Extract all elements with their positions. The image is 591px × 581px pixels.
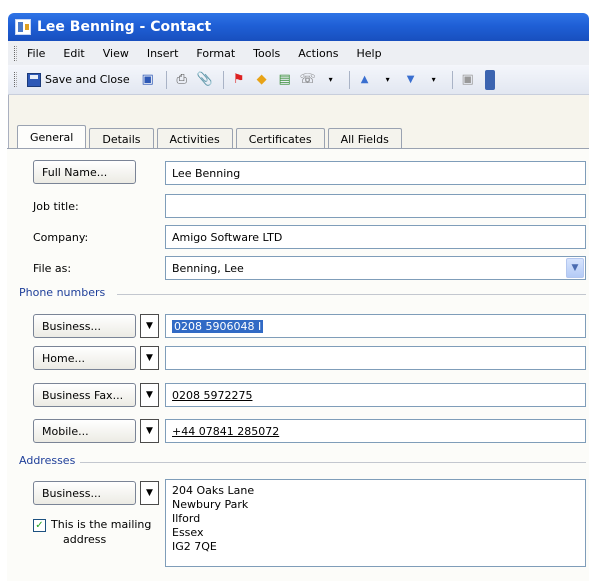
tab-label: All Fields <box>340 132 389 146</box>
caret-down-icon: ▼ <box>146 321 153 331</box>
toolbar-separator <box>451 70 453 89</box>
full-name-button[interactable]: Full Name... <box>33 160 136 184</box>
mailing-address-checkbox[interactable]: ✓ <box>33 519 46 532</box>
categories-icon[interactable]: ◆ <box>252 70 272 90</box>
menu-help[interactable]: Help <box>356 45 381 62</box>
section-divider <box>80 462 586 463</box>
address-type-dropdown-arrow[interactable]: ▼ <box>140 481 159 505</box>
address-card-icon[interactable]: ▤ <box>275 70 295 90</box>
mailing-address-label-line1: This is the mailing <box>51 518 152 531</box>
business-fax-value[interactable]: 0208 5972275 <box>172 389 252 402</box>
file-as-value: Benning, Lee <box>172 261 244 275</box>
chevron-down-icon[interactable]: ▼ <box>566 258 584 278</box>
tab-label: Certificates <box>248 132 312 146</box>
phone-type-dropdown-arrow[interactable]: ▼ <box>140 346 159 370</box>
tab-general[interactable]: General <box>17 125 87 150</box>
tab-all-fields[interactable]: All Fields <box>327 128 402 149</box>
flag-icon[interactable]: ⚑ <box>229 70 249 90</box>
print-icon[interactable]: ⎙ <box>172 70 192 90</box>
toolbar-separator <box>222 70 224 89</box>
phone-type-dropdown-arrow[interactable]: ▼ <box>140 419 159 443</box>
phone-type-dropdown-arrow[interactable]: ▼ <box>140 383 159 407</box>
menu-tools[interactable]: Tools <box>253 45 280 62</box>
phone-type-dropdown-arrow[interactable]: ▼ <box>140 314 159 338</box>
caret-down-icon: ▼ <box>146 353 153 363</box>
file-as-combobox[interactable]: Benning, Lee ▼ <box>165 256 586 280</box>
menu-insert[interactable]: Insert <box>147 45 179 62</box>
job-title-label: Job title: <box>33 200 79 213</box>
tab-strip: General Details Activities Certificates … <box>17 124 405 150</box>
menu-actions[interactable]: Actions <box>298 45 338 62</box>
business-phone-value: 0208 5906048 I <box>172 319 264 333</box>
floppy-disk-icon <box>27 72 41 87</box>
job-title-field[interactable] <box>165 194 586 218</box>
attach-icon[interactable]: 📎 <box>195 70 215 90</box>
section-divider <box>117 294 586 295</box>
toolbar-grip[interactable] <box>14 72 17 87</box>
toolbar-separator <box>348 70 350 89</box>
phone-type-button-home[interactable]: Home... <box>33 346 136 370</box>
caret-down-icon: ▼ <box>146 488 153 498</box>
menu-grip[interactable] <box>14 45 17 61</box>
window-title: Lee Benning - Contact <box>37 19 212 35</box>
address-line: IG2 7QE <box>172 540 217 553</box>
standard-toolbar: Save and Close ▣ ⎙ 📎 ⚑ ◆ ▤ ☏ ▾ ▲ ▾ ▼ ▾ ▣ <box>8 65 589 95</box>
file-as-label: File as: <box>33 262 72 275</box>
phone-type-button-business-fax[interactable]: Business Fax... <box>33 383 136 407</box>
tab-details[interactable]: Details <box>89 128 154 149</box>
contact-card-icon <box>15 19 31 35</box>
phone-type-button-mobile[interactable]: Mobile... <box>33 419 136 443</box>
window-titlebar[interactable]: Lee Benning - Contact <box>8 13 589 41</box>
mailing-address-label-line2: address <box>63 533 107 546</box>
business-fax-field[interactable]: 0208 5972275 <box>165 383 586 407</box>
tab-label: General <box>30 131 74 144</box>
address-line: Newbury Park <box>172 498 249 511</box>
menu-bar: File Edit View Insert Format Tools Actio… <box>8 41 589 65</box>
menu-file[interactable]: File <box>27 45 45 62</box>
company-label: Company: <box>33 231 89 244</box>
business-phone-field[interactable]: 0208 5906048 I <box>165 314 586 338</box>
mobile-phone-field[interactable]: +44 07841 285072 <box>165 419 586 443</box>
menu-view[interactable]: View <box>103 45 129 62</box>
save-icon[interactable]: ▣ <box>138 70 158 90</box>
previous-item-icon[interactable]: ▲ <box>355 70 375 90</box>
map-icon[interactable]: ▣ <box>458 70 478 90</box>
full-name-field[interactable]: Lee Benning <box>165 161 586 185</box>
checkmark-icon: ✓ <box>35 520 44 531</box>
caret-down-icon: ▼ <box>146 390 153 400</box>
previous-dropdown-icon[interactable]: ▾ <box>378 70 398 90</box>
tab-certificates[interactable]: Certificates <box>235 128 325 149</box>
address-type-button[interactable]: Business... <box>33 481 136 505</box>
address-line: 204 Oaks Lane <box>172 484 255 497</box>
tab-label: Details <box>102 132 141 146</box>
overflow-icon[interactable] <box>484 69 495 90</box>
tab-activities[interactable]: Activities <box>156 128 233 149</box>
call-icon[interactable]: ☏ <box>298 70 318 90</box>
mobile-phone-value[interactable]: +44 07841 285072 <box>172 425 279 438</box>
next-dropdown-icon[interactable]: ▾ <box>424 70 444 90</box>
menu-format[interactable]: Format <box>196 45 235 62</box>
save-and-close-label: Save and Close <box>45 73 130 86</box>
toolbar-separator <box>165 70 167 89</box>
save-and-close-button[interactable]: Save and Close <box>27 72 130 87</box>
home-phone-field[interactable] <box>165 346 586 370</box>
address-line: Ilford <box>172 512 201 525</box>
address-textarea[interactable]: 204 Oaks Lane Newbury Park Ilford Essex … <box>165 479 586 567</box>
phone-type-button-business[interactable]: Business... <box>33 314 136 338</box>
phone-numbers-heading: Phone numbers <box>19 286 106 299</box>
tab-label: Activities <box>169 132 220 146</box>
menu-edit[interactable]: Edit <box>63 45 84 62</box>
call-dropdown-icon[interactable]: ▾ <box>321 70 341 90</box>
caret-down-icon: ▼ <box>146 426 153 436</box>
company-field[interactable]: Amigo Software LTD <box>165 225 586 249</box>
addresses-heading: Addresses <box>19 454 76 467</box>
address-line: Essex <box>172 526 204 539</box>
next-item-icon[interactable]: ▼ <box>401 70 421 90</box>
